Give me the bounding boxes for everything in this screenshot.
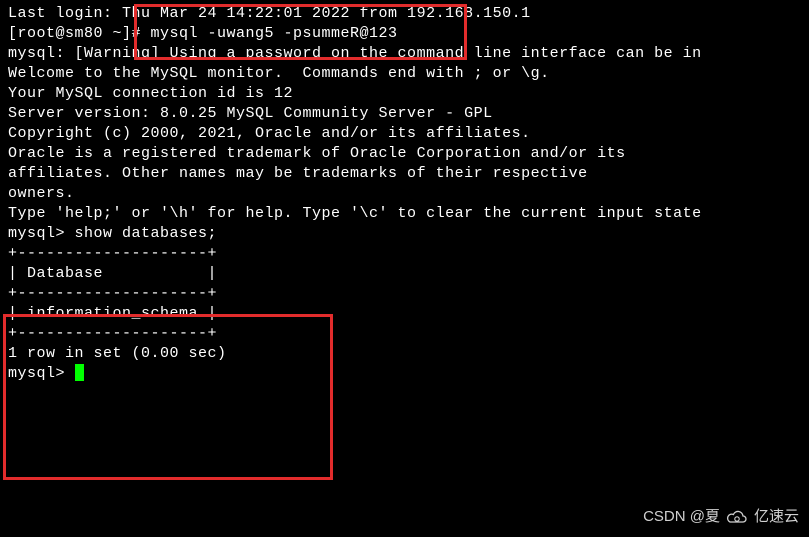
terminal-line-trademark-1: Oracle is a registered trademark of Orac… <box>8 144 801 164</box>
watermark-brand: 亿速云 <box>754 507 799 527</box>
terminal-line-help: Type 'help;' or '\h' for help. Type '\c'… <box>8 204 801 224</box>
terminal-table-border: +--------------------+ <box>8 244 801 264</box>
terminal-line-copyright: Copyright (c) 2000, 2021, Oracle and/or … <box>8 124 801 144</box>
terminal-line-trademark-2: affiliates. Other names may be trademark… <box>8 164 801 184</box>
terminal-table-row: | information_schema | <box>8 304 801 324</box>
terminal-result-count: 1 row in set (0.00 sec) <box>8 344 801 364</box>
terminal-prompt-active[interactable]: mysql> <box>8 364 801 384</box>
cursor-icon <box>75 364 84 381</box>
terminal-line-welcome-3: Server version: 8.0.25 MySQL Community S… <box>8 104 801 124</box>
watermark: CSDN @夏 亿速云 <box>643 507 799 527</box>
terminal-query-show-databases[interactable]: mysql> show databases; <box>8 224 801 244</box>
watermark-text: CSDN @夏 <box>643 507 720 527</box>
cloud-icon <box>726 509 748 525</box>
terminal-table-border: +--------------------+ <box>8 284 801 304</box>
terminal-prompt-login[interactable]: [root@sm80 ~]# mysql -uwang5 -psummeR@12… <box>8 24 801 44</box>
terminal-table-header: | Database | <box>8 264 801 284</box>
terminal-line-welcome-2: Your MySQL connection id is 12 <box>8 84 801 104</box>
terminal-line-welcome-1: Welcome to the MySQL monitor. Commands e… <box>8 64 801 84</box>
terminal-table-border: +--------------------+ <box>8 324 801 344</box>
terminal-prompt-text: mysql> <box>8 365 75 382</box>
terminal-line-trademark-3: owners. <box>8 184 801 204</box>
terminal-line-warning: mysql: [Warning] Using a password on the… <box>8 44 801 64</box>
terminal-line-last-login: Last login: Thu Mar 24 14:22:01 2022 fro… <box>8 4 801 24</box>
